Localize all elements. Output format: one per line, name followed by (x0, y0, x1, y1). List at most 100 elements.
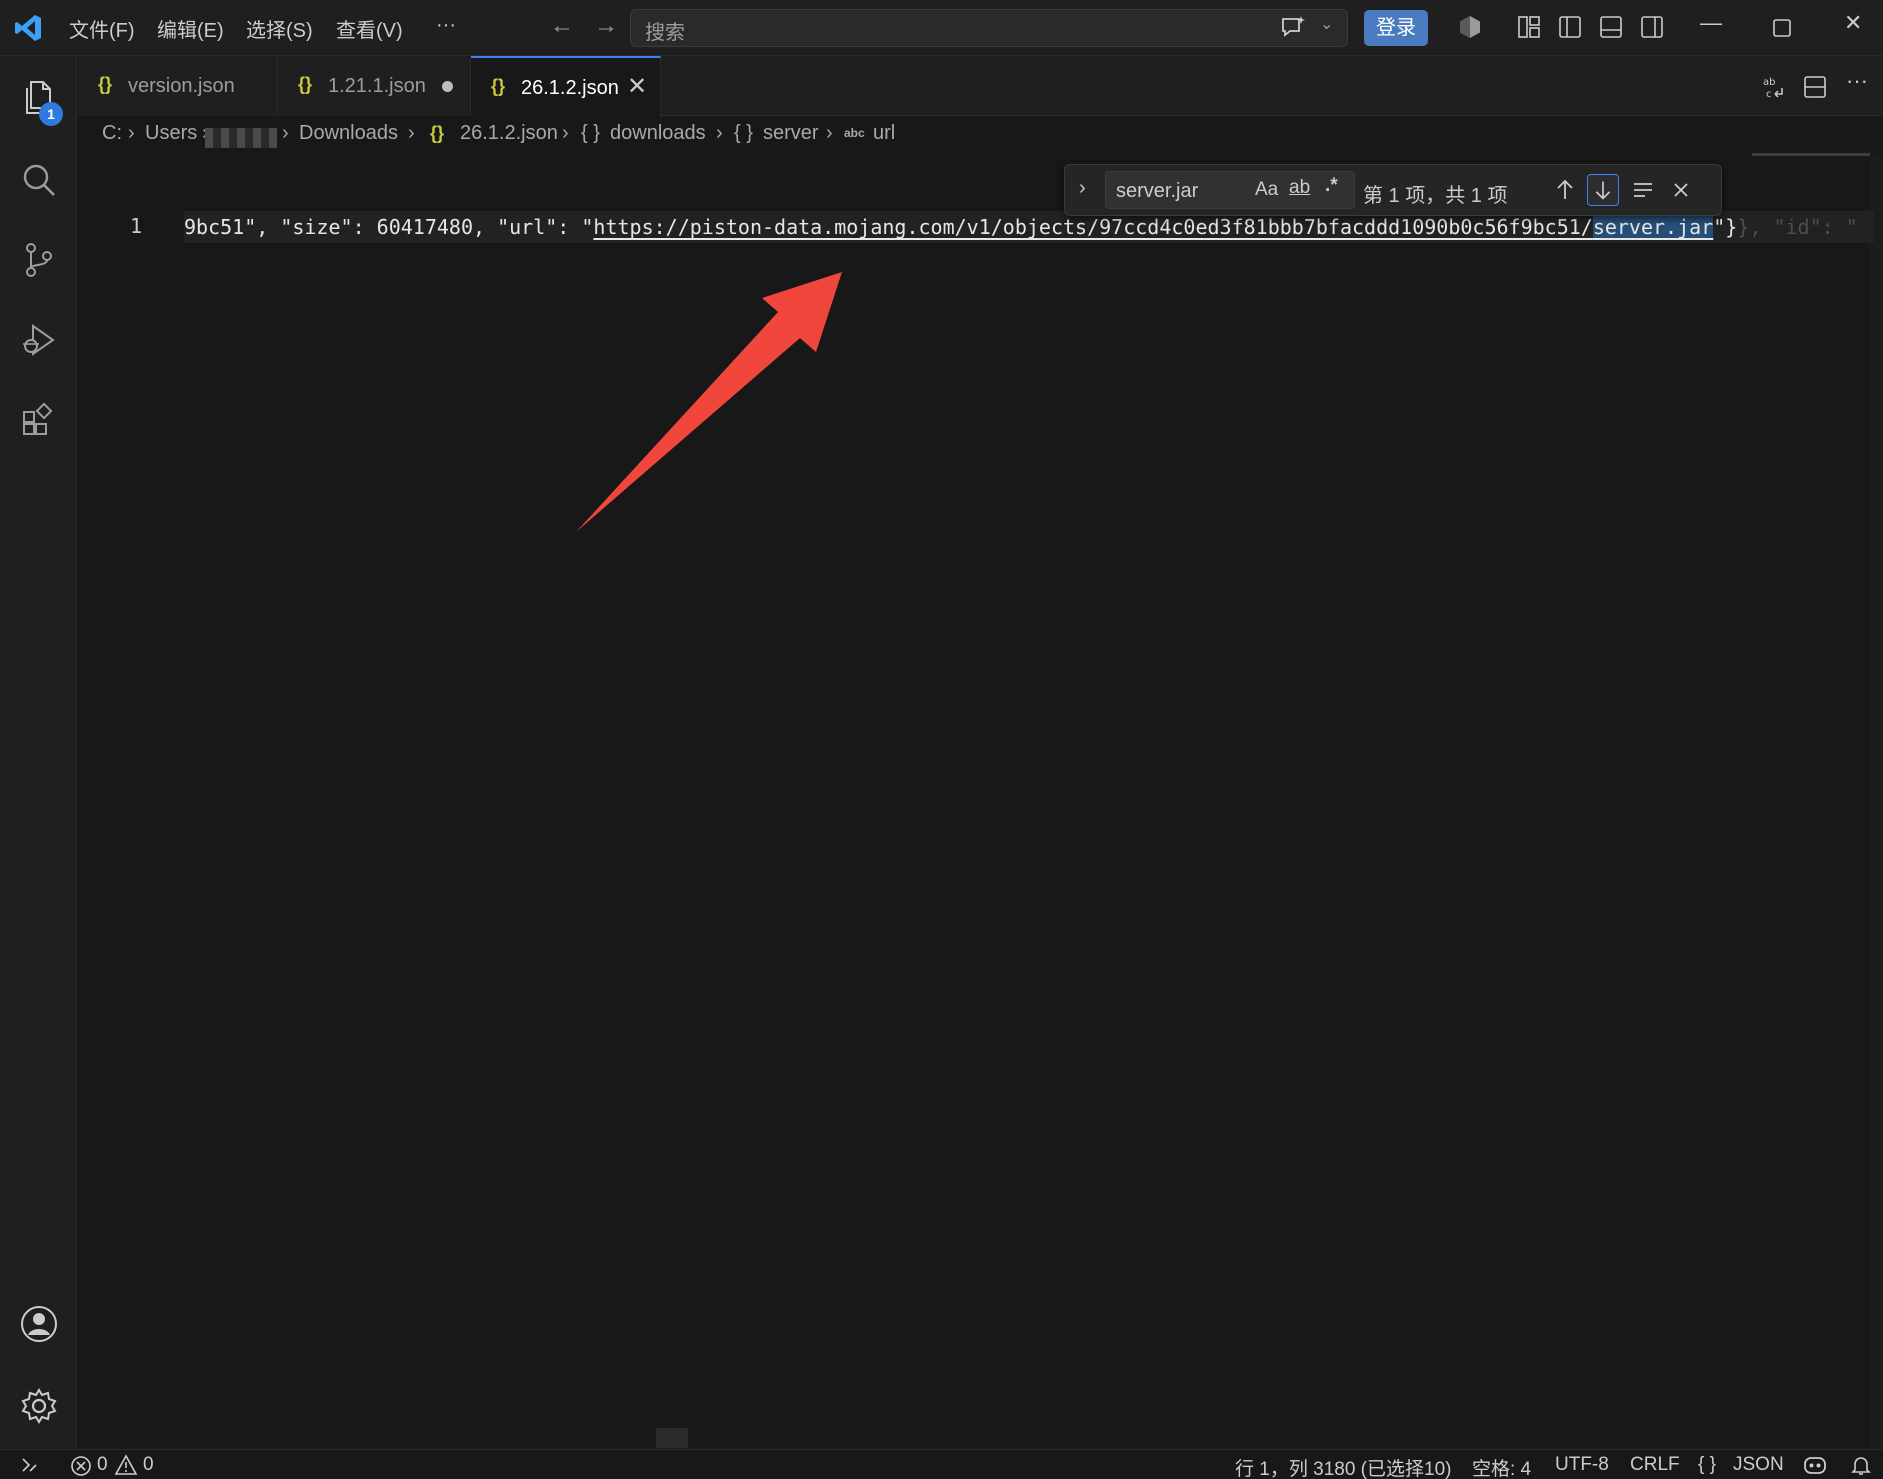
use-regex-icon[interactable]: .* (1325, 175, 1338, 197)
find-widget: › server.jar Aa ab .* 第 1 项，共 1 项 (1064, 164, 1722, 216)
tab-1-21-1-json[interactable]: {} 1.21.1.json (278, 56, 471, 116)
close-tab-icon[interactable]: ✕ (627, 72, 647, 101)
search-icon[interactable] (19, 160, 59, 200)
copilot-status-icon[interactable] (1803, 1454, 1827, 1476)
code-suffix: "} (1713, 215, 1738, 239)
menu-selection[interactable]: 选择(S) (246, 14, 313, 43)
back-arrow-icon[interactable]: ← (550, 12, 574, 40)
toggle-panel-icon[interactable] (1598, 14, 1624, 40)
source-control-icon[interactable] (19, 240, 59, 280)
compare-changes-icon[interactable]: ab c (1760, 74, 1786, 100)
search-placeholder: 搜索 (645, 22, 685, 44)
code-url[interactable]: https://piston-data.mojang.com/v1/object… (593, 215, 1714, 239)
language-braces-icon: { } (1698, 1454, 1716, 1475)
object-icon: { } (734, 122, 753, 144)
editor-area[interactable] (78, 156, 1883, 1449)
vscode-logo-icon (15, 15, 41, 41)
cursor-position[interactable]: 行 1，列 3180 (已选择10) (1235, 1454, 1451, 1479)
svg-text:c: c (1766, 89, 1772, 100)
menu-view[interactable]: 查看(V) (336, 14, 403, 43)
json-file-icon: {} (491, 76, 506, 96)
menu-more[interactable]: ··· (436, 14, 456, 37)
breadcrumb-url-node[interactable]: url (873, 122, 895, 145)
warnings-icon[interactable] (114, 1454, 138, 1476)
previous-match-arrow-up-icon[interactable] (1549, 174, 1581, 206)
run-and-debug-icon[interactable] (19, 320, 59, 360)
match-case-icon[interactable]: Aa (1255, 179, 1278, 201)
line-number: 1 (130, 214, 143, 238)
breadcrumb-separator-icon: › (128, 122, 135, 144)
command-center-search[interactable]: 搜索 (630, 9, 1348, 47)
notifications-bell-icon[interactable] (1850, 1454, 1872, 1476)
find-in-selection-icon[interactable] (1627, 174, 1659, 206)
status-bar: 0 0 行 1，列 3180 (已选择10) 空格: 4 UTF-8 CRLF … (0, 1449, 1883, 1479)
editor-tab-bar: {} version.json {} 1.21.1.json {} 26.1.2… (78, 56, 1883, 117)
more-actions-icon[interactable]: ··· (1846, 68, 1872, 94)
breadcrumb-separator-icon: › (408, 122, 415, 144)
chevron-down-icon[interactable]: ⌄ (1320, 14, 1333, 34)
string-abc-icon: abc (844, 126, 865, 140)
indentation[interactable]: 空格: 4 (1472, 1454, 1531, 1479)
minimap[interactable] (1752, 153, 1870, 156)
json-file-icon: {} (98, 74, 113, 94)
close-find-icon[interactable] (1665, 174, 1697, 206)
title-bar: 文件(F) 编辑(E) 选择(S) 查看(V) ··· ← → 搜索 ⌄ 登录 … (0, 0, 1883, 56)
menu-edit[interactable]: 编辑(E) (157, 14, 224, 43)
accounts-icon[interactable] (19, 1304, 59, 1344)
remote-indicator-icon[interactable] (20, 1455, 40, 1475)
redacted-username (205, 128, 277, 148)
match-whole-word-icon[interactable]: ab (1289, 177, 1310, 199)
menu-file[interactable]: 文件(F) (69, 14, 135, 43)
error-count[interactable]: 0 (97, 1454, 108, 1476)
tab-version-json[interactable]: {} version.json (78, 56, 278, 116)
breadcrumb-downloads[interactable]: Downloads (299, 122, 398, 145)
breadcrumb-separator-icon: › (562, 122, 569, 144)
close-window-icon[interactable]: ✕ (1844, 10, 1862, 36)
next-match-arrow-down-icon[interactable] (1587, 174, 1619, 206)
tab-label: 1.21.1.json (328, 75, 426, 97)
find-query: server.jar (1116, 180, 1199, 202)
accounts-hexagon-icon[interactable] (1457, 14, 1483, 40)
login-button[interactable]: 登录 (1364, 10, 1428, 46)
split-editor-icon[interactable] (1802, 74, 1828, 100)
annotation-arrow (576, 272, 842, 532)
breadcrumb-separator-icon: › (716, 122, 723, 144)
encoding[interactable]: UTF-8 (1555, 1454, 1609, 1476)
forward-arrow-icon[interactable]: → (594, 12, 618, 40)
manage-gear-icon[interactable] (19, 1386, 59, 1426)
maximize-icon[interactable] (1772, 18, 1792, 38)
breadcrumb-drive[interactable]: C: (102, 122, 122, 145)
errors-icon[interactable] (70, 1455, 92, 1477)
copilot-chat-icon[interactable] (1280, 14, 1306, 40)
toggle-primary-sidebar-icon[interactable] (1557, 14, 1583, 40)
vertical-scrollbar[interactable] (1870, 156, 1883, 1449)
breadcrumb-users[interactable]: Users (145, 122, 197, 145)
minimize-icon[interactable]: — (1700, 10, 1722, 36)
breadcrumb-separator-icon: › (282, 122, 289, 144)
breadcrumb-server-node[interactable]: server (763, 122, 819, 145)
tab-label: version.json (128, 75, 235, 97)
breadcrumb-downloads-node[interactable]: downloads (610, 122, 706, 145)
warning-count[interactable]: 0 (143, 1454, 154, 1476)
extensions-icon[interactable] (19, 400, 59, 440)
activity-bar: 1 (0, 56, 77, 1449)
url-text: https://piston-data.mojang.com/v1/object… (593, 215, 1593, 239)
svg-text:ab: ab (1763, 77, 1775, 88)
tab-label: 26.1.2.json (521, 77, 619, 99)
find-match-count: 第 1 项，共 1 项 (1363, 185, 1508, 207)
breadcrumb-file[interactable]: 26.1.2.json (460, 122, 558, 145)
end-of-line[interactable]: CRLF (1630, 1454, 1680, 1476)
language-mode[interactable]: JSON (1733, 1454, 1784, 1476)
tab-26-1-2-json[interactable]: {} 26.1.2.json ✕ (471, 56, 661, 117)
toggle-secondary-sidebar-icon[interactable] (1639, 14, 1665, 40)
object-icon: { } (581, 122, 600, 144)
find-input[interactable]: server.jar (1105, 171, 1355, 209)
horizontal-scrollbar-thumb[interactable] (656, 1428, 688, 1448)
toggle-replace-chevron-icon[interactable]: › (1079, 177, 1086, 200)
unsaved-dot-icon[interactable] (442, 81, 453, 92)
customize-layout-icon[interactable] (1516, 14, 1542, 40)
json-file-icon: {} (298, 74, 313, 94)
code-overflow-text: }, "id": " (1737, 215, 1858, 239)
explorer-badge: 1 (39, 102, 63, 126)
breadcrumb-separator-icon: › (826, 122, 833, 144)
